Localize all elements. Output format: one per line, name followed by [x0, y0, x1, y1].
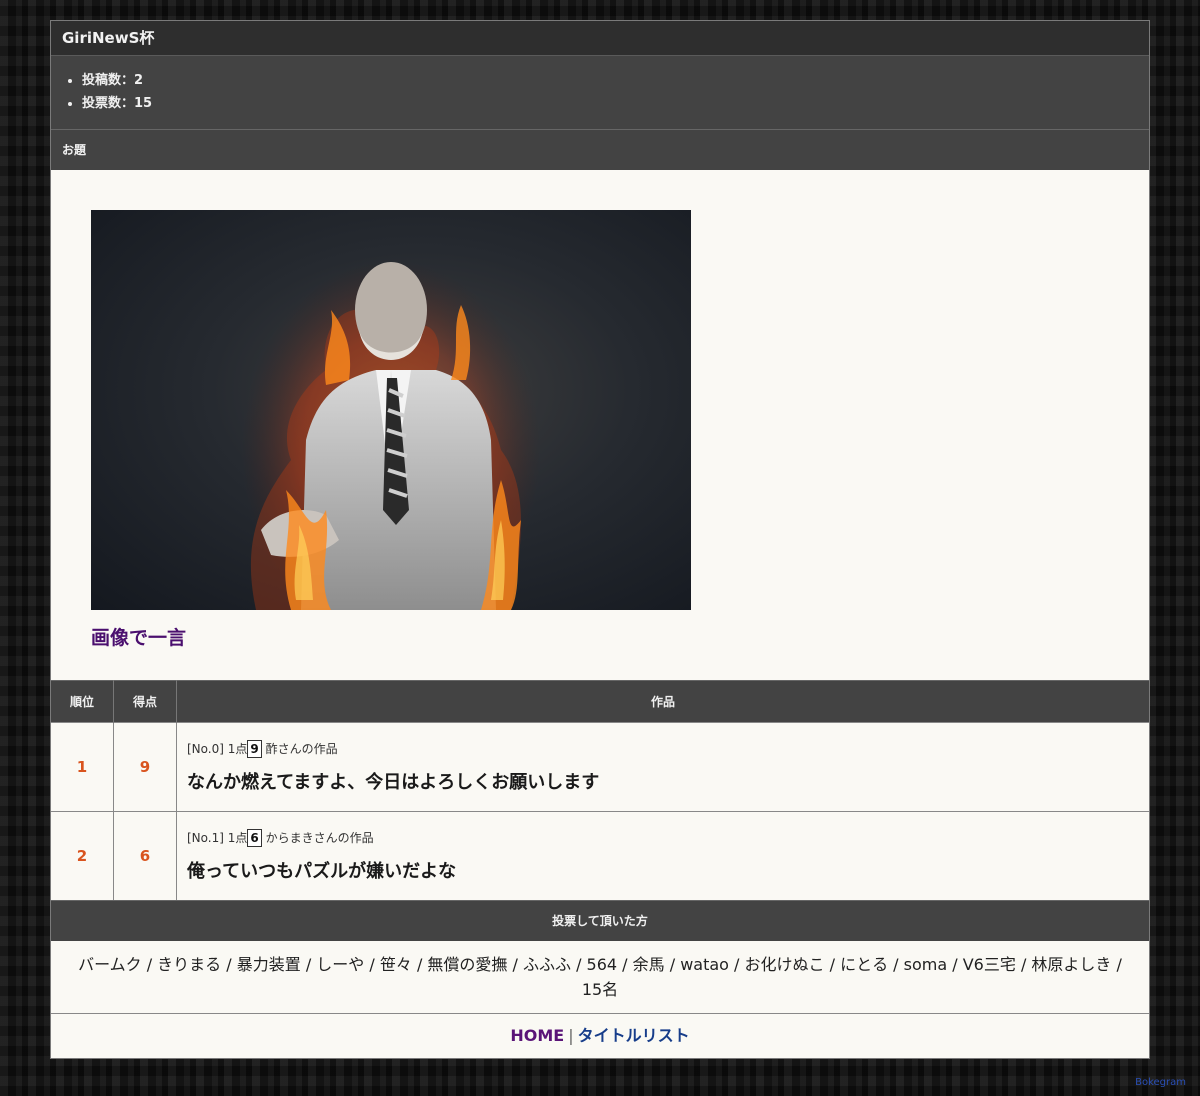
entry-number: [No.0] 1点: [187, 742, 248, 756]
entry-score-box: 6: [247, 829, 262, 847]
voters-names: バームク / きりまる / 暴力装置 / しーや / 笹々 / 無償の愛撫 / …: [78, 955, 1122, 974]
vote-count: 投票数：15: [82, 92, 1149, 115]
title-list-link[interactable]: タイトルリスト: [578, 1026, 690, 1045]
entry-meta: [No.0] 1点 9 酢さんの作品: [187, 740, 1148, 758]
rank-cell: 1: [51, 722, 114, 812]
voters-count: 15名: [581, 980, 619, 999]
odai-image[interactable]: [91, 210, 691, 610]
home-link[interactable]: HOME: [510, 1026, 564, 1045]
work-header: 作品: [176, 680, 1149, 723]
credit-link[interactable]: Bokegram: [1135, 1077, 1186, 1088]
entry-phrase: 俺っていつもパズルが嫌いだよな: [187, 861, 457, 882]
ranking-table: 順位 得点 作品 1 9 [No.0] 1点 9 酢さんの作品 なんか燃えてますよ…: [51, 680, 1149, 900]
contest-panel: GiriNewS杯 投稿数：2 投票数：15 お題: [50, 20, 1150, 1059]
entry-meta: [No.1] 1点 6 からまきさんの作品: [187, 829, 1148, 847]
score-cell: 6: [113, 811, 177, 900]
voters-heading: 投票して頂いた方: [51, 900, 1149, 941]
nav-separator: |: [568, 1026, 574, 1045]
entry-number: [No.1] 1点: [187, 831, 248, 845]
odai-heading: お題: [51, 130, 1149, 170]
rank-header: 順位: [51, 680, 114, 723]
table-row: 1 9 [No.0] 1点 9 酢さんの作品 なんか燃えてますよ、今日はよろしくお…: [51, 722, 1149, 812]
table-row: 2 6 [No.1] 1点 6 からまきさんの作品 俺っていつもパズルが嫌いだよな: [51, 811, 1149, 900]
footer-nav: HOME | タイトルリスト: [51, 1014, 1149, 1058]
odai-photo-illustration: [241, 260, 541, 610]
voters-list: バームク / きりまる / 暴力装置 / しーや / 笹々 / 無償の愛撫 / …: [51, 941, 1149, 1014]
odai-section: 画像で一言: [51, 170, 1149, 680]
entry-cell: [No.0] 1点 9 酢さんの作品 なんか燃えてますよ、今日はよろしくお願いしま…: [176, 722, 1149, 812]
rank-cell: 2: [51, 811, 114, 900]
entry-phrase: なんか燃えてますよ、今日はよろしくお願いします: [187, 772, 600, 793]
contest-title: GiriNewS杯: [51, 21, 1149, 56]
entry-author: 酢さんの作品: [265, 742, 338, 756]
score-header: 得点: [113, 680, 177, 723]
entry-cell: [No.1] 1点 6 からまきさんの作品 俺っていつもパズルが嫌いだよな: [176, 811, 1149, 900]
entry-score-box: 9: [247, 740, 262, 758]
odai-caption: 画像で一言: [91, 627, 187, 649]
entry-author: からまきさんの作品: [265, 831, 374, 845]
score-cell: 9: [113, 722, 177, 812]
contest-stats: 投稿数：2 投票数：15: [51, 56, 1149, 130]
post-count: 投稿数：2: [82, 69, 1149, 92]
